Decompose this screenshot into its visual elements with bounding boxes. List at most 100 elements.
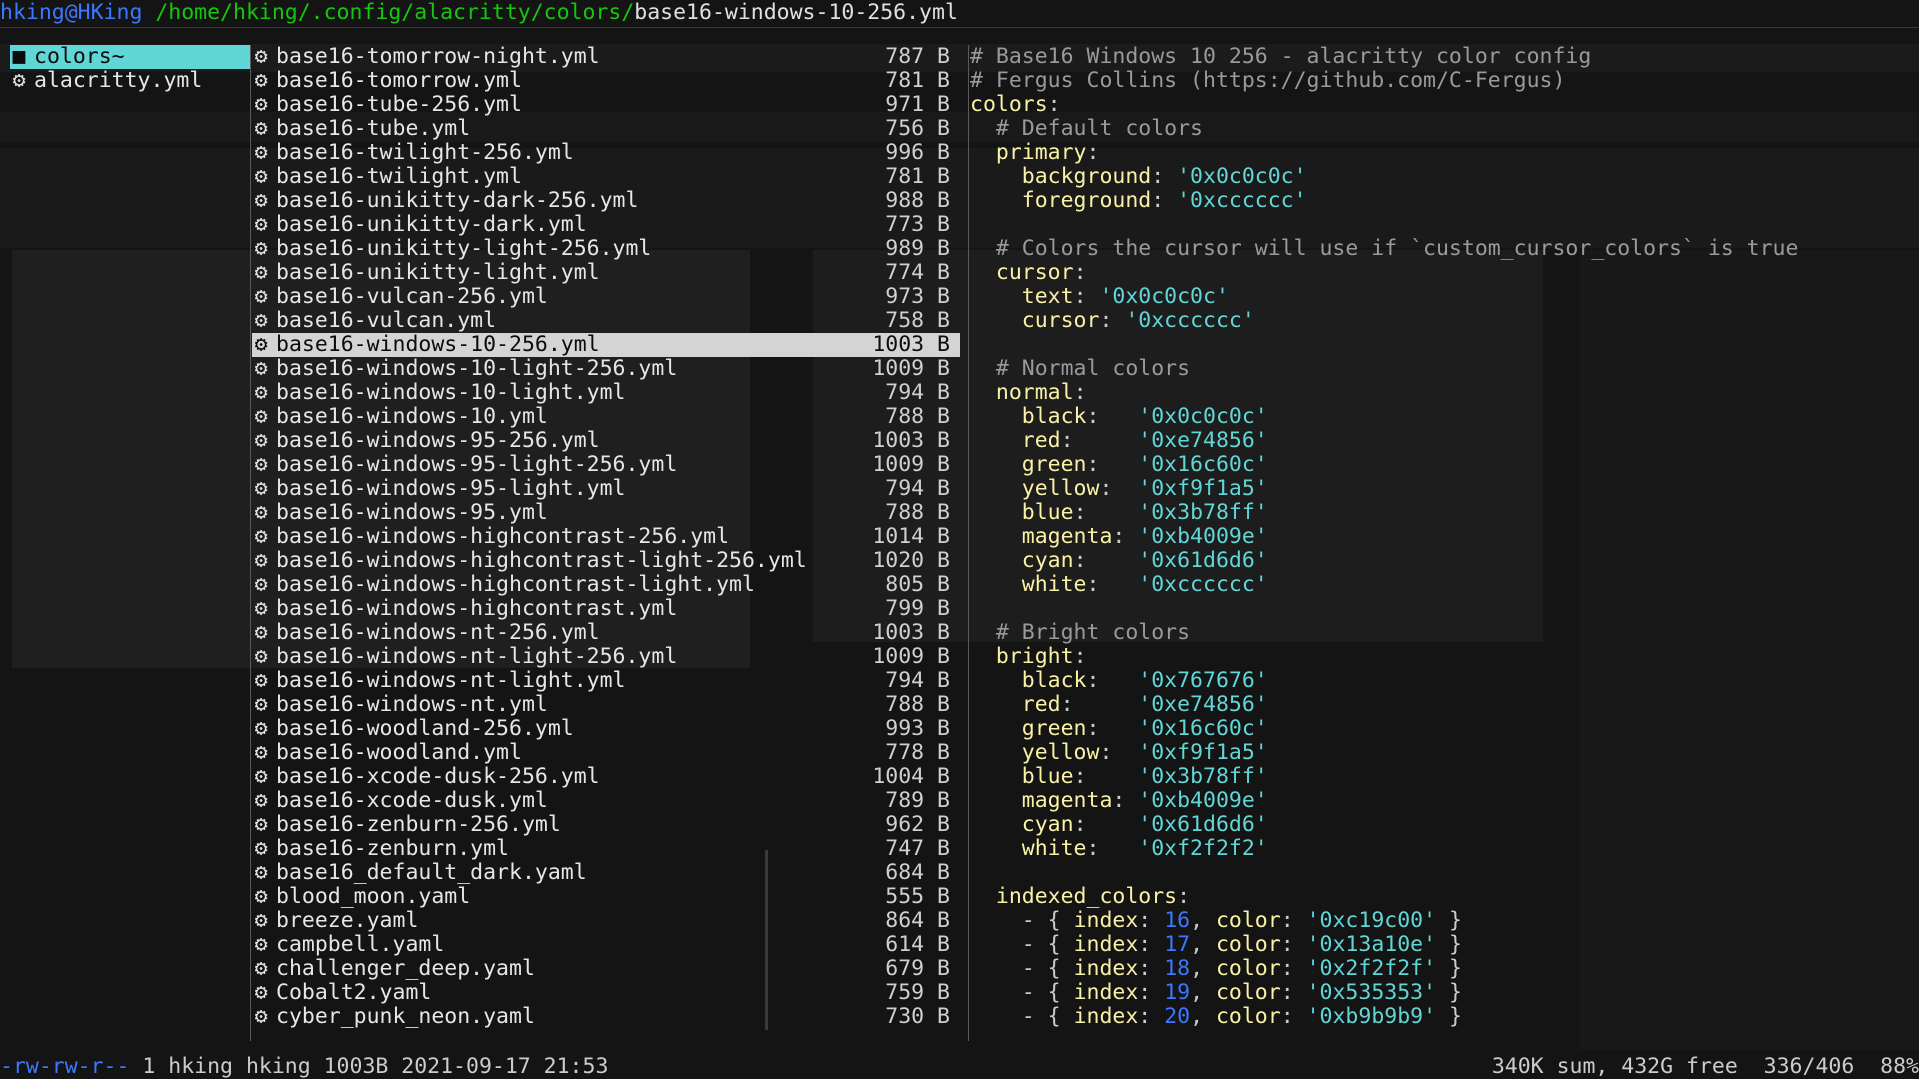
file-list-item[interactable]: ⚙ base16-tube.yml 756 B — [252, 117, 960, 141]
gear-icon: ⚙ — [254, 92, 268, 117]
code-token: # Normal colors — [970, 356, 1191, 381]
code-token: green — [970, 716, 1087, 741]
code-token: black — [970, 668, 1087, 693]
disk-summary: 340K sum, 432G free 336/406 88% — [1491, 1054, 1919, 1079]
code-token: # Fergus Collins (https://github.com/C-F… — [970, 68, 1566, 93]
file-list-item[interactable]: ⚙ base16-twilight.yml 781 B — [252, 165, 960, 189]
code-token: - { — [970, 1004, 1074, 1029]
file-list-item[interactable]: ⚙ base16-unikitty-dark-256.yml 988 B — [252, 189, 960, 213]
preview-line: green: '0x16c60c' — [970, 453, 1919, 477]
file-list-item[interactable]: ⚙ base16-windows-nt-light.yml 794 B — [252, 669, 960, 693]
code-token: : — [1177, 884, 1191, 909]
current-file-name: base16-windows-10-256.yml — [634, 0, 958, 25]
code-token: '0xcccccc' — [1177, 188, 1307, 213]
file-name: base16-windows-10-light-256.yml — [276, 356, 678, 381]
file-size: 555 B — [885, 884, 950, 909]
preview-line: # Normal colors — [970, 357, 1919, 381]
file-list-item[interactable]: ⚙ base16-xcode-dusk.yml 789 B — [252, 789, 960, 813]
file-list-item[interactable]: ⚙ base16-windows-10-light-256.yml 1009 B — [252, 357, 960, 381]
file-size: 996 B — [885, 140, 950, 165]
file-size: 971 B — [885, 92, 950, 117]
file-list-item[interactable]: ⚙ base16-windows-95-light-256.yml 1009 B — [252, 453, 960, 477]
file-list-item[interactable]: ⚙ cyber_punk_neon.yaml 730 B — [252, 1005, 960, 1029]
gear-icon: ⚙ — [254, 980, 268, 1005]
preview-line: blue: '0x3b78ff' — [970, 501, 1919, 525]
gear-icon: ⚙ — [254, 908, 268, 933]
code-token: '0x3b78ff' — [1138, 500, 1268, 525]
gear-icon: ⚙ — [254, 932, 268, 957]
file-list-item[interactable]: ⚙ base16-twilight-256.yml 996 B — [252, 141, 960, 165]
directory-path: /home/hking/.config/alacritty/colors/ — [142, 0, 635, 25]
gear-icon: ⚙ — [254, 44, 268, 69]
code-token: } — [1436, 1004, 1462, 1029]
file-list-item-selected[interactable]: ⚙ base16-windows-10-256.yml 1003 B — [252, 333, 960, 357]
file-list-item[interactable]: ⚙ base16-tomorrow.yml 781 B — [252, 69, 960, 93]
code-token: 18 — [1164, 956, 1191, 981]
gear-icon: ⚙ — [254, 956, 268, 981]
file-list-item[interactable]: ⚙ base16_default_dark.yaml 684 B — [252, 861, 960, 885]
code-token: : — [1112, 524, 1139, 549]
file-list-item[interactable]: ⚙ base16-tube-256.yml 971 B — [252, 93, 960, 117]
preview-line: # Default colors — [970, 117, 1919, 141]
file-list-item[interactable]: ⚙ base16-windows-highcontrast-256.yml 1014… — [252, 525, 960, 549]
file-size: 799 B — [885, 596, 950, 621]
file-list-item[interactable]: ⚙ base16-windows-95-light.yml 794 B — [252, 477, 960, 501]
file-name: base16-twilight-256.yml — [276, 140, 574, 165]
file-list-item[interactable]: ⚙ breeze.yaml 864 B — [252, 909, 960, 933]
file-name: base16-windows-10.yml — [276, 404, 548, 429]
file-list-item[interactable]: ⚙ base16-vulcan.yml 758 B — [252, 309, 960, 333]
preview-line: green: '0x16c60c' — [970, 717, 1919, 741]
file-list-item[interactable]: ⚙ base16-unikitty-light.yml 774 B — [252, 261, 960, 285]
file-name: base16-windows-95-light.yml — [276, 476, 626, 501]
file-list-item[interactable]: ⚙ base16-windows-nt-256.yml 1003 B — [252, 621, 960, 645]
parent-dir-item[interactable]: ■ colors~ — [10, 45, 250, 69]
file-list-item[interactable]: ⚙ Cobalt2.yaml 759 B — [252, 981, 960, 1005]
preview-line: - { index: 20, color: '0xb9b9b9' } — [970, 1005, 1919, 1029]
gear-icon: ⚙ — [254, 548, 268, 573]
file-list-item[interactable]: ⚙ base16-windows-nt.yml 788 B — [252, 693, 960, 717]
file-list-item[interactable]: ⚙ base16-windows-95-256.yml 1003 B — [252, 429, 960, 453]
code-token: cyan — [970, 812, 1074, 837]
file-list-item[interactable]: ⚙ blood_moon.yaml 555 B — [252, 885, 960, 909]
file-list-item[interactable]: ⚙ base16-windows-highcontrast-light-256.y… — [252, 549, 960, 573]
file-name: base16-zenburn.yml — [276, 836, 509, 861]
file-list-item[interactable]: ⚙ base16-windows-10-light.yml 794 B — [252, 381, 960, 405]
status-line: -rw-rw-r-- 1 hking hking 1003B 2021-09-1… — [0, 1054, 1919, 1079]
file-list-item[interactable]: ⚙ base16-windows-highcontrast-light.yml 80… — [252, 573, 960, 597]
file-name: base16-windows-nt-256.yml — [276, 620, 600, 645]
file-list-item[interactable]: ⚙ base16-unikitty-light-256.yml 989 B — [252, 237, 960, 261]
code-token: - { — [970, 908, 1074, 933]
file-list-item[interactable]: ⚙ base16-windows-nt-light-256.yml 1009 B — [252, 645, 960, 669]
file-list-item[interactable]: ⚙ base16-windows-highcontrast.yml 799 B — [252, 597, 960, 621]
file-size: 759 B — [885, 980, 950, 1005]
code-token: : — [1280, 956, 1307, 981]
code-token: magenta — [970, 788, 1113, 813]
file-list-item[interactable]: ⚙ base16-unikitty-dark.yml 773 B — [252, 213, 960, 237]
file-list-pane: ⚙ base16-tomorrow-night.yml 787 B ⚙ base16-t… — [252, 45, 960, 1041]
file-list-item[interactable]: ⚙ base16-woodland-256.yml 993 B — [252, 717, 960, 741]
gear-icon: ⚙ — [254, 212, 268, 237]
code-token: # Bright colors — [970, 620, 1191, 645]
code-token: } — [1436, 980, 1462, 1005]
file-list-item[interactable]: ⚙ challenger_deep.yaml 679 B — [252, 957, 960, 981]
file-list-item[interactable]: ⚙ base16-vulcan-256.yml 973 B — [252, 285, 960, 309]
gear-icon: ⚙ — [254, 788, 268, 813]
file-list-item[interactable]: ⚙ base16-windows-95.yml 788 B — [252, 501, 960, 525]
file-list-item[interactable]: ⚙ base16-tomorrow-night.yml 787 B — [252, 45, 960, 69]
file-list-item[interactable]: ⚙ base16-windows-10.yml 788 B — [252, 405, 960, 429]
preview-line: black: '0x767676' — [970, 669, 1919, 693]
parent-dir-item-label: alacritty.yml — [34, 68, 203, 93]
file-list-item[interactable]: ⚙ base16-xcode-dusk-256.yml 1004 B — [252, 765, 960, 789]
preview-line: bright: — [970, 645, 1919, 669]
file-list-item[interactable]: ⚙ base16-zenburn-256.yml 962 B — [252, 813, 960, 837]
file-list-item[interactable]: ⚙ campbell.yaml 614 B — [252, 933, 960, 957]
code-token: , — [1190, 932, 1216, 957]
code-token: } — [1436, 932, 1462, 957]
file-name: base16-windows-10-light.yml — [276, 380, 626, 405]
code-token: - { — [970, 980, 1074, 1005]
code-token: yellow — [970, 476, 1100, 501]
gear-icon: ⚙ — [254, 644, 268, 669]
parent-dir-item[interactable]: ⚙ alacritty.yml — [10, 69, 250, 93]
file-list-item[interactable]: ⚙ base16-zenburn.yml 747 B — [252, 837, 960, 861]
file-list-item[interactable]: ⚙ base16-woodland.yml 778 B — [252, 741, 960, 765]
